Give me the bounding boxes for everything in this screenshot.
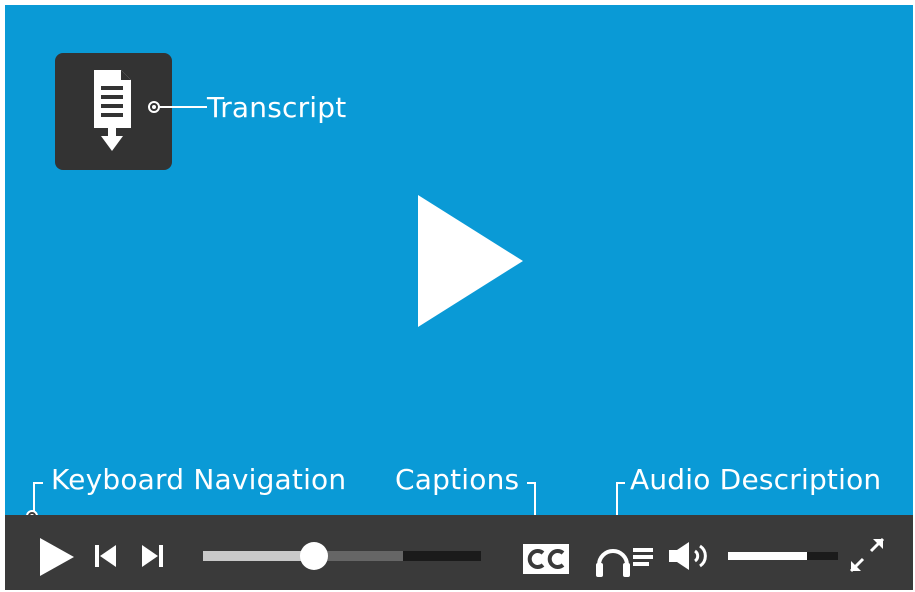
next-button[interactable] [141, 545, 163, 567]
progress-bar[interactable] [203, 542, 481, 570]
fullscreen-button[interactable] [847, 535, 887, 575]
volume-level [728, 552, 808, 560]
progress-thumb[interactable] [300, 542, 329, 570]
transcript-pointer-line [148, 101, 207, 113]
volume-button[interactable] [669, 541, 717, 571]
video-player: Transcript Keyboard Navigation Captions … [5, 5, 913, 590]
captions-icon [523, 544, 569, 574]
volume-slider[interactable] [728, 552, 838, 560]
play-button[interactable] [39, 538, 75, 576]
control-bar [5, 515, 913, 590]
next-icon [142, 545, 163, 567]
fullscreen-icon [849, 537, 885, 573]
captions-button[interactable] [523, 544, 569, 574]
play-icon [418, 195, 523, 327]
play-icon [40, 538, 74, 576]
transcript-annotation: Transcript [207, 91, 347, 124]
progress-played [203, 551, 315, 561]
previous-icon [95, 545, 116, 567]
volume-icon [669, 542, 707, 570]
big-play-button[interactable] [415, 195, 525, 327]
audio-description-icon [596, 548, 653, 577]
audio-description-button[interactable] [593, 535, 655, 581]
previous-button[interactable] [95, 545, 117, 567]
